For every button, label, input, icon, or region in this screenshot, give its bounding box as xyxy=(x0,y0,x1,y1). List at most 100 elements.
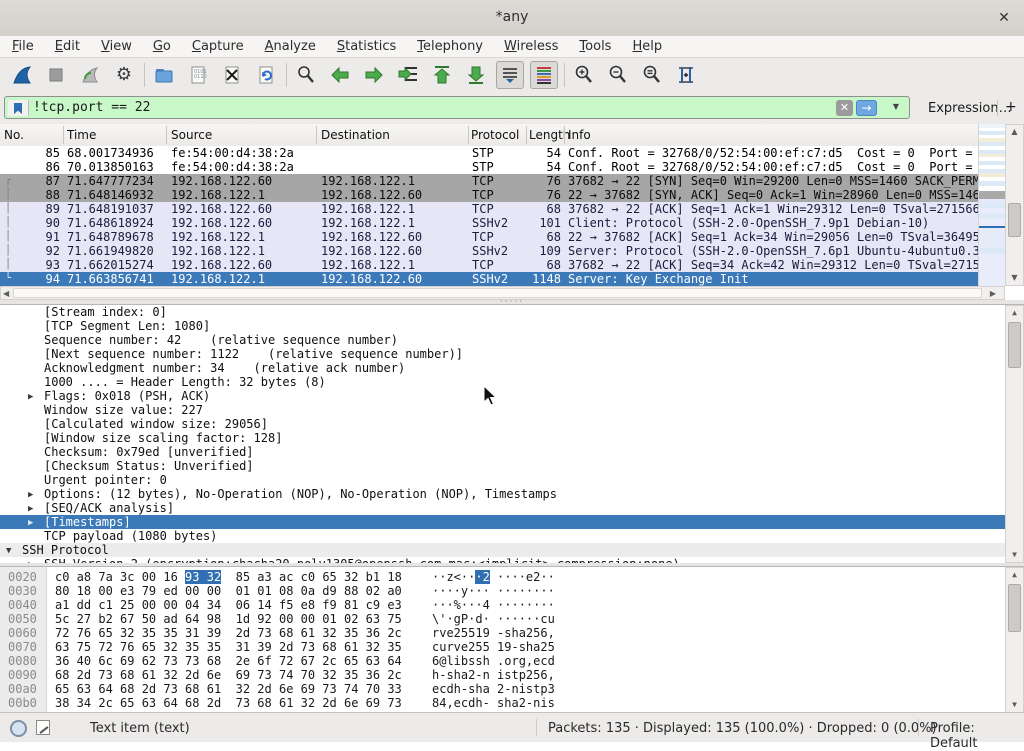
column-separator[interactable] xyxy=(526,126,527,144)
detail-line[interactable]: [Window size scaling factor: 128] xyxy=(0,431,1005,445)
detail-line[interactable]: Window size value: 227 xyxy=(0,403,1005,417)
packet-row[interactable]: 8670.013850163fe:54:00:d4:38:2aSTP54Conf… xyxy=(0,160,978,174)
details-vertical-scrollbar[interactable]: ▲ ▼ xyxy=(1005,305,1024,563)
scroll-left-icon[interactable]: ◀ xyxy=(3,287,9,301)
hex-bytes[interactable]: 68 2d 73 68 61 32 2d 6e 69 73 74 70 32 3… xyxy=(55,668,402,682)
menu-wireless[interactable]: Wireless xyxy=(504,39,558,54)
intelligent-scrollbar-minimap[interactable] xyxy=(978,124,1005,286)
menu-statistics[interactable]: Statistics xyxy=(337,39,396,54)
scroll-up-icon[interactable]: ▲ xyxy=(1006,306,1023,320)
capture-options-button[interactable]: ⚙ xyxy=(110,61,138,89)
collapsed-arrow-icon[interactable]: ▶ xyxy=(28,502,33,516)
collapsed-arrow-icon[interactable]: ▶ xyxy=(28,488,33,502)
menu-edit[interactable]: Edit xyxy=(55,39,80,54)
hex-ascii[interactable]: ecdh-sha 2-nistp3 xyxy=(432,682,555,696)
hex-ascii[interactable]: h-sha2-n istp256, xyxy=(432,668,555,682)
packet-row[interactable]: 8568.001734936fe:54:00:d4:38:2aSTP54Conf… xyxy=(0,146,978,160)
scrollbar-thumb[interactable] xyxy=(1008,203,1021,237)
detail-line[interactable]: ▶SSH Version 2 (encryption:chacha20-poly… xyxy=(0,557,1005,563)
go-back-button[interactable] xyxy=(326,61,354,89)
detail-line[interactable]: Urgent pointer: 0 xyxy=(0,473,1005,487)
expanded-arrow-icon[interactable]: ▼ xyxy=(6,544,11,558)
packet-list-vertical-scrollbar[interactable]: ▲ ▼ xyxy=(1005,124,1024,286)
detail-line[interactable]: [Checksum Status: Unverified] xyxy=(0,459,1005,473)
scroll-up-icon[interactable]: ▲ xyxy=(1006,568,1023,582)
profile-status[interactable]: Profile: Default xyxy=(930,721,1024,751)
hex-bytes[interactable]: 80 18 00 e3 79 ed 00 00 01 01 08 0a d9 8… xyxy=(55,584,402,598)
display-filter-field[interactable]: !tcp.port == 22 ✕ → ▼ xyxy=(4,96,910,119)
filter-apply-button[interactable]: → xyxy=(856,100,877,116)
go-to-packet-button[interactable] xyxy=(394,61,422,89)
detail-line[interactable]: 1000 .... = Header Length: 32 bytes (8) xyxy=(0,375,1005,389)
scrollbar-thumb[interactable] xyxy=(1008,322,1021,368)
scroll-down-icon[interactable]: ▼ xyxy=(1006,698,1023,712)
menu-view[interactable]: View xyxy=(101,39,132,54)
scrollbar-thumb[interactable] xyxy=(1008,584,1021,632)
find-packet-button[interactable] xyxy=(292,61,320,89)
open-file-button[interactable] xyxy=(150,61,178,89)
packet-row[interactable]: │8871.648146932192.168.122.1192.168.122.… xyxy=(0,188,978,202)
packet-list-header[interactable]: No.TimeSourceDestinationProtocolLengthIn… xyxy=(0,124,1005,147)
colorize-button[interactable] xyxy=(530,61,558,89)
column-header-destination[interactable]: Destination xyxy=(321,128,390,142)
detail-line[interactable]: [Calculated window size: 29056] xyxy=(0,417,1005,431)
close-file-button[interactable] xyxy=(218,61,246,89)
expert-info-icon[interactable] xyxy=(10,720,27,737)
column-header-info[interactable]: Info xyxy=(568,128,591,142)
detail-line[interactable]: [Next sequence number: 1122 (relative se… xyxy=(0,347,1005,361)
detail-line[interactable]: Acknowledgment number: 34 (relative ack … xyxy=(0,361,1005,375)
hex-ascii[interactable]: ··z<···2 ····e2·· xyxy=(432,570,555,584)
zoom-in-button[interactable] xyxy=(570,61,598,89)
column-separator[interactable] xyxy=(166,126,167,144)
column-separator[interactable] xyxy=(564,126,565,144)
column-separator[interactable] xyxy=(468,126,469,144)
packet-row[interactable]: │9371.662015274192.168.122.60192.168.122… xyxy=(0,258,978,272)
column-header-no[interactable]: No. xyxy=(4,128,24,142)
hex-ascii[interactable]: rve25519 -sha256, xyxy=(432,626,555,640)
hex-bytes[interactable]: 63 75 72 76 65 32 35 35 31 39 2d 73 68 6… xyxy=(55,640,402,654)
restart-capture-button[interactable] xyxy=(76,61,104,89)
hex-row[interactable]: 00505c 27 b2 67 50 ad 64 98 1d 92 00 00 … xyxy=(0,612,1005,626)
hex-ascii[interactable]: curve255 19-sha25 xyxy=(432,640,555,654)
scroll-right-icon[interactable]: ▶ xyxy=(990,287,996,301)
column-header-time[interactable]: Time xyxy=(67,128,96,142)
zoom-out-button[interactable] xyxy=(604,61,632,89)
bytes-vertical-scrollbar[interactable]: ▲ ▼ xyxy=(1005,567,1024,713)
detail-line[interactable]: ▶Options: (12 bytes), No-Operation (NOP)… xyxy=(0,487,1005,501)
stop-capture-button[interactable] xyxy=(42,61,70,89)
filter-bookmark-button[interactable] xyxy=(8,100,29,116)
hex-bytes[interactable]: 36 40 6c 69 62 73 73 68 2e 6f 72 67 2c 6… xyxy=(55,654,402,668)
add-filter-button[interactable]: + xyxy=(1005,99,1017,115)
detail-line[interactable]: ▶[SEQ/ACK analysis] xyxy=(0,501,1005,515)
menu-file[interactable]: File xyxy=(12,39,34,54)
collapsed-arrow-icon[interactable]: ▶ xyxy=(28,516,33,530)
detail-line[interactable]: ▼SSH Protocol xyxy=(0,543,1005,557)
packet-row[interactable]: └9471.663856741192.168.122.1192.168.122.… xyxy=(0,272,978,286)
detail-line[interactable]: ▶[Timestamps] xyxy=(0,515,1005,529)
go-first-button[interactable] xyxy=(428,61,456,89)
detail-line[interactable]: [Stream index: 0] xyxy=(0,305,1005,319)
hex-bytes[interactable]: 65 63 64 68 2d 73 68 61 32 2d 6e 69 73 7… xyxy=(55,682,402,696)
hex-row[interactable]: 003080 18 00 e3 79 ed 00 00 01 01 08 0a … xyxy=(0,584,1005,598)
hex-ascii[interactable]: ····y··· ········ xyxy=(432,584,555,598)
hex-row[interactable]: 0040a1 dd c1 25 00 00 04 34 06 14 f5 e8 … xyxy=(0,598,1005,612)
scroll-down-icon[interactable]: ▼ xyxy=(1006,271,1023,285)
detail-line[interactable]: Checksum: 0x79ed [unverified] xyxy=(0,445,1005,459)
hex-row[interactable]: 009068 2d 73 68 61 32 2d 6e 69 73 74 70 … xyxy=(0,668,1005,682)
menu-telephony[interactable]: Telephony xyxy=(417,39,483,54)
auto-scroll-button[interactable] xyxy=(496,61,524,89)
chevron-down-icon[interactable]: ▼ xyxy=(893,102,899,111)
hex-bytes[interactable]: a1 dd c1 25 00 00 04 34 06 14 f5 e8 f9 8… xyxy=(55,598,402,612)
close-window-icon[interactable]: ✕ xyxy=(994,8,1014,28)
hex-row[interactable]: 00a065 63 64 68 2d 73 68 61 32 2d 6e 69 … xyxy=(0,682,1005,696)
detail-line[interactable]: Sequence number: 42 (relative sequence n… xyxy=(0,333,1005,347)
column-separator[interactable] xyxy=(316,126,317,144)
menu-capture[interactable]: Capture xyxy=(192,39,244,54)
menu-tools[interactable]: Tools xyxy=(579,39,611,54)
packet-row[interactable]: │9171.648789678192.168.122.1192.168.122.… xyxy=(0,230,978,244)
filter-clear-button[interactable]: ✕ xyxy=(836,100,853,116)
scroll-down-icon[interactable]: ▼ xyxy=(1006,548,1023,562)
hex-ascii[interactable]: 84,ecdh- sha2-nis xyxy=(432,696,555,710)
menu-help[interactable]: Help xyxy=(632,39,662,54)
zoom-original-button[interactable] xyxy=(638,61,666,89)
